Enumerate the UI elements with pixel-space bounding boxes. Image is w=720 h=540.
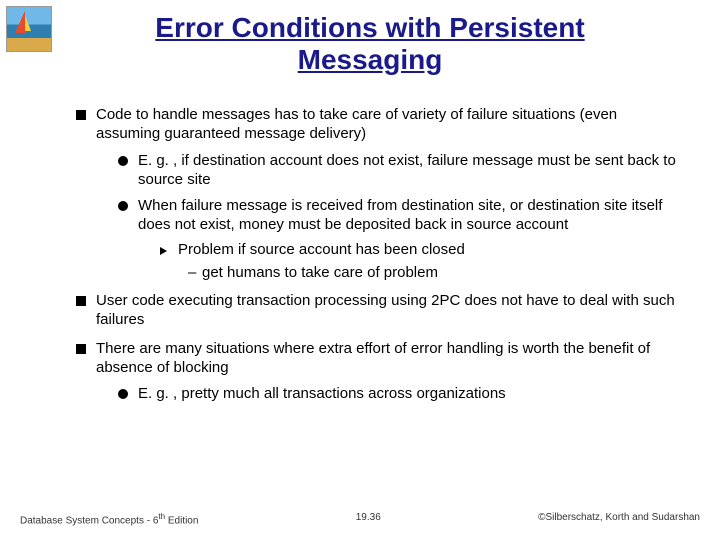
footer-right: ©Silberschatz, Korth and Sudarshan: [538, 512, 700, 526]
footer-left: Database System Concepts - 6th Edition: [20, 512, 198, 526]
footer-left-pre: Database System Concepts - 6: [20, 515, 158, 526]
bullet-l1: User code executing transaction processi…: [76, 292, 680, 330]
bullet-l4: get humans to take care of problem: [188, 264, 680, 283]
bullet-l2: E. g. , pretty much all transactions acr…: [118, 385, 680, 404]
bullet-l1: Code to handle messages has to take care…: [76, 106, 680, 144]
bullet-l1: There are many situations where extra ef…: [76, 340, 680, 378]
bullet-l2: When failure message is received from de…: [118, 197, 680, 235]
slide: Error Conditions with Persistent Messagi…: [0, 0, 720, 540]
bullet-l3: Problem if source account has been close…: [160, 241, 680, 260]
footer-center: 19.36: [356, 512, 381, 526]
sailboat-logo: [6, 6, 52, 52]
slide-title: Error Conditions with Persistent Messagi…: [60, 0, 680, 80]
slide-body: Code to handle messages has to take care…: [60, 80, 680, 404]
bullet-l2: E. g. , if destination account does not …: [118, 152, 680, 190]
footer-left-post: Edition: [165, 515, 198, 526]
footer: Database System Concepts - 6th Edition 1…: [0, 512, 720, 526]
